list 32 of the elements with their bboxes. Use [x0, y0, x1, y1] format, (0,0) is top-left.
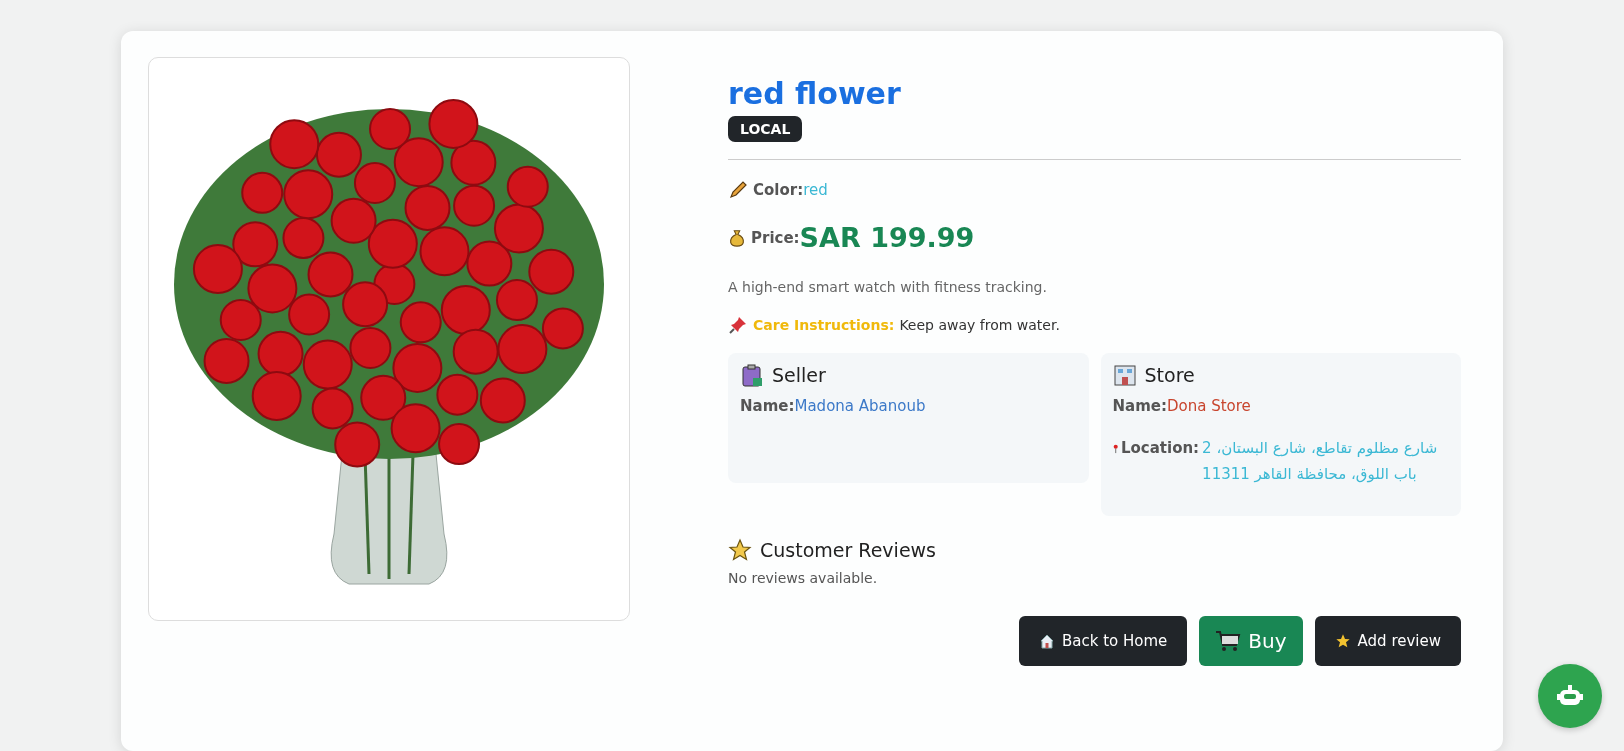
- pencil-icon: [728, 180, 748, 200]
- cart-icon: [1215, 629, 1242, 653]
- care-label: Care Instructions:: [753, 317, 895, 333]
- detail-value: SAR 199.99: [799, 222, 975, 253]
- product-description: A high-end smart watch with fitness tracking.: [728, 279, 1047, 295]
- buy-button[interactable]: Buy: [1199, 616, 1303, 666]
- care-text: Keep away from water.: [899, 317, 1060, 333]
- detail-label: Color:: [753, 181, 804, 199]
- detail-value: red: [803, 181, 828, 199]
- name-label: Name:: [740, 397, 795, 415]
- store-name: Dona Store: [1167, 397, 1251, 415]
- origin-badge: LOCAL: [728, 116, 803, 142]
- detail-label: Price:: [751, 228, 800, 247]
- store-address: 2 شارع مظلوم تقاطع، شارع البستان، باب اللوق، محافظة القاهر 11311: [1202, 438, 1439, 486]
- star-icon: [1334, 633, 1351, 649]
- chatbot-button[interactable]: [1538, 664, 1602, 728]
- building-icon: [1112, 363, 1137, 387]
- pushpin-icon: [728, 315, 748, 335]
- seller-heading: Seller: [772, 364, 826, 386]
- star-icon: [728, 538, 752, 562]
- name-label: Name:: [1112, 397, 1167, 415]
- seller-name: Madona Abanoub: [794, 397, 926, 415]
- back-home-button[interactable]: Back to Home: [1019, 616, 1188, 666]
- house-icon: [1039, 633, 1056, 649]
- money-bag-icon: [728, 227, 746, 248]
- product-title: red flower: [728, 77, 901, 110]
- no-reviews-text: No reviews available.: [728, 570, 878, 586]
- store-heading: Store: [1144, 364, 1195, 386]
- add-review-button[interactable]: Add review: [1314, 616, 1461, 666]
- reviews-heading: Customer Reviews: [760, 539, 937, 561]
- clipboard-icon: [740, 363, 764, 387]
- location-label: Location:: [1120, 438, 1200, 459]
